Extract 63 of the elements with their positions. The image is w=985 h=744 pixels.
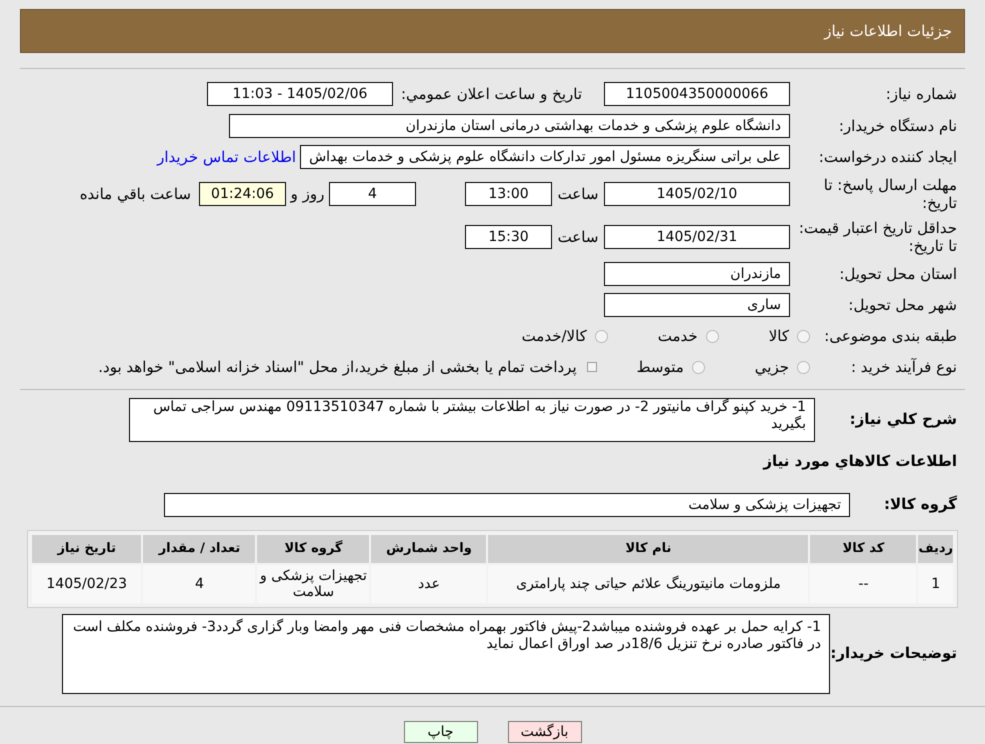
field-label: حداقل تاریخ اعتبار قیمت: تا تاریخ: (798, 219, 958, 255)
column-header: ردیف (918, 534, 953, 562)
buyer-name-field: دانشگاه علوم پزشکی و خدمات بهداشتی درمانی استان مازندران (229, 114, 790, 138)
table-cell: تجهیزات پزشکی و سلامت (257, 564, 370, 602)
field-label: شرح کلي نیاز: (848, 409, 958, 430)
column-header: نام کالا (488, 534, 808, 562)
page-title: جزئیات اطلاعات نیاز (824, 20, 952, 42)
remaining-label: ساعت باقي مانده (80, 184, 191, 205)
days-label: روز و (289, 184, 326, 205)
radio-label: جزيي (754, 356, 789, 378)
time-label: ساعت (556, 184, 600, 205)
radio-button[interactable] (797, 360, 810, 374)
field-label: استان محل تحویل: (838, 265, 958, 283)
deadline-date-field: 1405/02/10 (604, 182, 790, 206)
radio-label: خدمت (658, 326, 698, 347)
radio-button[interactable] (797, 330, 810, 342)
radio-button[interactable] (706, 330, 719, 342)
radio-button[interactable] (692, 360, 705, 374)
table-cell: 1405/02/23 (32, 564, 142, 602)
payment-note: پرداخت تمام یا بخشی از مبلغ خرید،از محل "اسناد خزانه اسلامی" خواهد بود. (98, 356, 577, 378)
creator-field: علی براتی سنگریزه مسئول امور تدارکات دانشگاه علوم پزشکی و خدمات بهداش (300, 145, 790, 169)
column-header: کد کالا (810, 534, 916, 562)
table-cell: 4 (143, 564, 256, 602)
column-header: تاریخ نیاز (32, 534, 142, 562)
column-header: تعداد / مقدار (143, 534, 256, 562)
radio-button[interactable] (594, 330, 608, 342)
field-label: شماره نیاز: (884, 85, 958, 103)
city-field: ساری (604, 293, 790, 317)
field-label: ایجاد کننده درخواست: (818, 148, 958, 166)
buyer-notes-textarea[interactable]: 1- کرایه حمل بر عهده فروشنده میباشد2-پیش فاکتور بهمراه مشخصات فنی مهر وامضا وبار گزاری گردد3- فروشنده مکلف است در فاکتور صادره نرخ تنزیل 18/6در صد اوراق اعمال نماید (62, 614, 830, 694)
buyer-contact-link[interactable]: اطلاعات تماس خریدار (157, 146, 296, 168)
field-label: شهر محل تحویل: (847, 296, 958, 314)
description-textarea[interactable]: 1- خرید کپنو گراف مانیتور 2- در صورت نیاز به اطلاعات بیشتر با شماره 09113510347 مهندس سراجی تماس بگیرید (129, 398, 815, 442)
table-cell: ملزومات مانیتورینگ علائم حیاتی چند پارامتری (488, 564, 808, 602)
time-label: ساعت (556, 226, 600, 248)
column-header: گروه کالا (257, 534, 370, 562)
province-field: مازندران (604, 262, 790, 286)
need-number-field: 1105004350000066 (604, 82, 790, 106)
radio-label: کالا/خدمت (522, 326, 587, 347)
field-label: توضیحات خریدار: (830, 643, 958, 664)
deadline-time-field: 13:00 (465, 182, 552, 206)
field-label: مهلت ارسال پاسخ: تا تاریخ: (822, 176, 958, 212)
print-button[interactable]: چاپ (404, 720, 478, 742)
remaining-time-field: 01:24:06 (199, 182, 286, 206)
radio-label: کالا (768, 326, 789, 347)
announce-date-field: 1405/02/06 - 11:03 (206, 82, 393, 106)
field-label: گروه کالا: (883, 494, 958, 516)
validity-date-field: 1405/02/31 (604, 225, 790, 249)
table-cell: -- (810, 564, 916, 602)
column-header: واحد شمارش (371, 534, 486, 562)
validity-time-field: 15:30 (465, 225, 552, 249)
checkbox[interactable] (586, 362, 597, 372)
field-label: طبقه بندی موضوعی: (823, 327, 958, 345)
days-field: 4 (329, 182, 416, 206)
field-label: نوع فرآیند خرید : (850, 358, 958, 376)
radio-label: متوسط (636, 356, 684, 378)
table-cell: عدد (371, 564, 486, 602)
field-label: تاریخ و ساعت اعلان عمومي: (400, 85, 583, 103)
goods-group-field: تجهیزات پزشکی و سلامت (164, 492, 850, 516)
section-title: اطلاعات کالاهاي مورد نیاز (762, 451, 958, 472)
table-cell: 1 (918, 564, 953, 602)
back-button[interactable]: بازگشت (508, 720, 582, 742)
field-label: نام دستگاه خریدار: (838, 117, 958, 135)
